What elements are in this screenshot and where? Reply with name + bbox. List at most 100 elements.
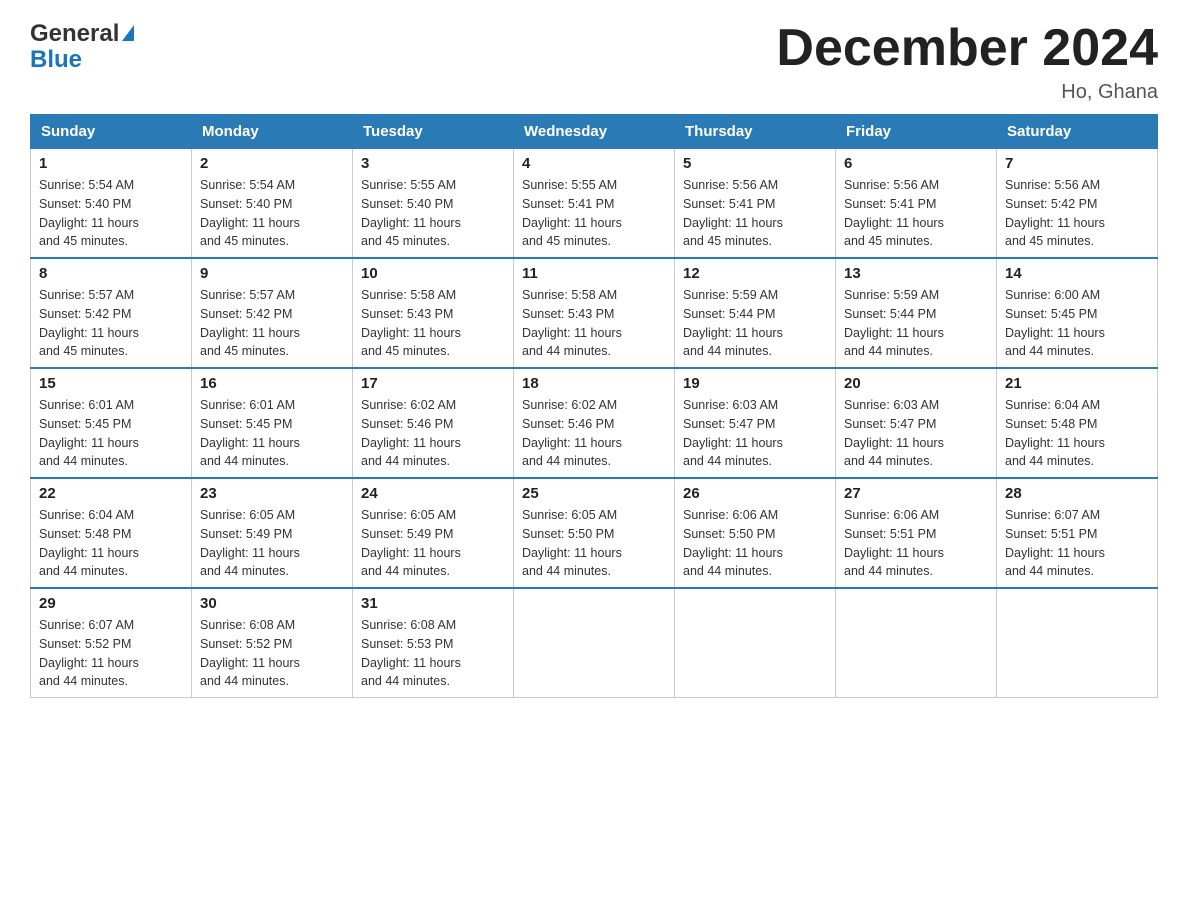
- day-number: 15: [39, 375, 183, 392]
- calendar-day-cell: [675, 588, 836, 698]
- day-number: 31: [361, 595, 505, 612]
- calendar-day-cell: 15 Sunrise: 6:01 AM Sunset: 5:45 PM Dayl…: [31, 368, 192, 478]
- calendar-day-cell: [514, 588, 675, 698]
- day-number: 25: [522, 485, 666, 502]
- title-area: December 2024 Ho, Ghana: [776, 20, 1158, 104]
- day-number: 20: [844, 375, 988, 392]
- month-year-title: December 2024: [776, 20, 1158, 77]
- day-number: 19: [683, 375, 827, 392]
- day-number: 26: [683, 485, 827, 502]
- day-info: Sunrise: 6:07 AM Sunset: 5:51 PM Dayligh…: [1005, 506, 1149, 581]
- calendar-day-cell: 1 Sunrise: 5:54 AM Sunset: 5:40 PM Dayli…: [31, 149, 192, 259]
- day-info: Sunrise: 6:04 AM Sunset: 5:48 PM Dayligh…: [39, 506, 183, 581]
- day-number: 13: [844, 265, 988, 282]
- calendar-week-row: 15 Sunrise: 6:01 AM Sunset: 5:45 PM Dayl…: [31, 368, 1158, 478]
- day-info: Sunrise: 6:08 AM Sunset: 5:52 PM Dayligh…: [200, 616, 344, 691]
- day-info: Sunrise: 6:08 AM Sunset: 5:53 PM Dayligh…: [361, 616, 505, 691]
- calendar-day-cell: [836, 588, 997, 698]
- col-monday: Monday: [192, 115, 353, 149]
- calendar-day-cell: 27 Sunrise: 6:06 AM Sunset: 5:51 PM Dayl…: [836, 478, 997, 588]
- calendar-day-cell: 14 Sunrise: 6:00 AM Sunset: 5:45 PM Dayl…: [997, 258, 1158, 368]
- col-tuesday: Tuesday: [353, 115, 514, 149]
- day-number: 2: [200, 155, 344, 172]
- day-info: Sunrise: 5:56 AM Sunset: 5:42 PM Dayligh…: [1005, 176, 1149, 251]
- calendar-week-row: 8 Sunrise: 5:57 AM Sunset: 5:42 PM Dayli…: [31, 258, 1158, 368]
- calendar-day-cell: 7 Sunrise: 5:56 AM Sunset: 5:42 PM Dayli…: [997, 149, 1158, 259]
- day-info: Sunrise: 5:57 AM Sunset: 5:42 PM Dayligh…: [39, 286, 183, 361]
- day-info: Sunrise: 6:02 AM Sunset: 5:46 PM Dayligh…: [361, 396, 505, 471]
- calendar-day-cell: 3 Sunrise: 5:55 AM Sunset: 5:40 PM Dayli…: [353, 149, 514, 259]
- day-info: Sunrise: 5:57 AM Sunset: 5:42 PM Dayligh…: [200, 286, 344, 361]
- calendar-day-cell: 11 Sunrise: 5:58 AM Sunset: 5:43 PM Dayl…: [514, 258, 675, 368]
- day-number: 29: [39, 595, 183, 612]
- calendar-day-cell: 13 Sunrise: 5:59 AM Sunset: 5:44 PM Dayl…: [836, 258, 997, 368]
- day-info: Sunrise: 5:55 AM Sunset: 5:41 PM Dayligh…: [522, 176, 666, 251]
- day-number: 6: [844, 155, 988, 172]
- calendar-day-cell: 21 Sunrise: 6:04 AM Sunset: 5:48 PM Dayl…: [997, 368, 1158, 478]
- logo: General Blue: [30, 20, 134, 74]
- logo-general-text: General: [30, 20, 119, 48]
- calendar-day-cell: 30 Sunrise: 6:08 AM Sunset: 5:52 PM Dayl…: [192, 588, 353, 698]
- calendar-day-cell: 20 Sunrise: 6:03 AM Sunset: 5:47 PM Dayl…: [836, 368, 997, 478]
- logo-triangle-icon: [122, 25, 134, 41]
- day-info: Sunrise: 6:03 AM Sunset: 5:47 PM Dayligh…: [683, 396, 827, 471]
- col-sunday: Sunday: [31, 115, 192, 149]
- calendar-day-cell: 5 Sunrise: 5:56 AM Sunset: 5:41 PM Dayli…: [675, 149, 836, 259]
- day-info: Sunrise: 6:07 AM Sunset: 5:52 PM Dayligh…: [39, 616, 183, 691]
- calendar-day-cell: 26 Sunrise: 6:06 AM Sunset: 5:50 PM Dayl…: [675, 478, 836, 588]
- day-info: Sunrise: 6:05 AM Sunset: 5:49 PM Dayligh…: [361, 506, 505, 581]
- day-number: 14: [1005, 265, 1149, 282]
- calendar-day-cell: 22 Sunrise: 6:04 AM Sunset: 5:48 PM Dayl…: [31, 478, 192, 588]
- day-number: 5: [683, 155, 827, 172]
- day-info: Sunrise: 6:03 AM Sunset: 5:47 PM Dayligh…: [844, 396, 988, 471]
- calendar-week-row: 1 Sunrise: 5:54 AM Sunset: 5:40 PM Dayli…: [31, 149, 1158, 259]
- day-number: 23: [200, 485, 344, 502]
- day-info: Sunrise: 6:01 AM Sunset: 5:45 PM Dayligh…: [39, 396, 183, 471]
- day-number: 1: [39, 155, 183, 172]
- day-number: 11: [522, 265, 666, 282]
- calendar-day-cell: 6 Sunrise: 5:56 AM Sunset: 5:41 PM Dayli…: [836, 149, 997, 259]
- calendar-day-cell: 10 Sunrise: 5:58 AM Sunset: 5:43 PM Dayl…: [353, 258, 514, 368]
- day-info: Sunrise: 6:06 AM Sunset: 5:51 PM Dayligh…: [844, 506, 988, 581]
- day-info: Sunrise: 6:05 AM Sunset: 5:50 PM Dayligh…: [522, 506, 666, 581]
- calendar-day-cell: 8 Sunrise: 5:57 AM Sunset: 5:42 PM Dayli…: [31, 258, 192, 368]
- col-friday: Friday: [836, 115, 997, 149]
- day-info: Sunrise: 5:58 AM Sunset: 5:43 PM Dayligh…: [522, 286, 666, 361]
- calendar-day-cell: 17 Sunrise: 6:02 AM Sunset: 5:46 PM Dayl…: [353, 368, 514, 478]
- day-number: 17: [361, 375, 505, 392]
- calendar-day-cell: 12 Sunrise: 5:59 AM Sunset: 5:44 PM Dayl…: [675, 258, 836, 368]
- location-label: Ho, Ghana: [776, 81, 1158, 104]
- day-info: Sunrise: 5:58 AM Sunset: 5:43 PM Dayligh…: [361, 286, 505, 361]
- day-info: Sunrise: 5:54 AM Sunset: 5:40 PM Dayligh…: [200, 176, 344, 251]
- calendar-day-cell: 28 Sunrise: 6:07 AM Sunset: 5:51 PM Dayl…: [997, 478, 1158, 588]
- day-info: Sunrise: 5:56 AM Sunset: 5:41 PM Dayligh…: [844, 176, 988, 251]
- day-info: Sunrise: 5:59 AM Sunset: 5:44 PM Dayligh…: [683, 286, 827, 361]
- day-info: Sunrise: 6:01 AM Sunset: 5:45 PM Dayligh…: [200, 396, 344, 471]
- calendar-day-cell: [997, 588, 1158, 698]
- calendar-day-cell: 4 Sunrise: 5:55 AM Sunset: 5:41 PM Dayli…: [514, 149, 675, 259]
- calendar-day-cell: 18 Sunrise: 6:02 AM Sunset: 5:46 PM Dayl…: [514, 368, 675, 478]
- day-number: 22: [39, 485, 183, 502]
- day-number: 4: [522, 155, 666, 172]
- day-number: 24: [361, 485, 505, 502]
- calendar-day-cell: 23 Sunrise: 6:05 AM Sunset: 5:49 PM Dayl…: [192, 478, 353, 588]
- day-info: Sunrise: 6:06 AM Sunset: 5:50 PM Dayligh…: [683, 506, 827, 581]
- day-number: 10: [361, 265, 505, 282]
- calendar-week-row: 29 Sunrise: 6:07 AM Sunset: 5:52 PM Dayl…: [31, 588, 1158, 698]
- day-info: Sunrise: 6:00 AM Sunset: 5:45 PM Dayligh…: [1005, 286, 1149, 361]
- calendar-day-cell: 2 Sunrise: 5:54 AM Sunset: 5:40 PM Dayli…: [192, 149, 353, 259]
- page-header: General Blue December 2024 Ho, Ghana: [30, 20, 1158, 104]
- day-info: Sunrise: 5:54 AM Sunset: 5:40 PM Dayligh…: [39, 176, 183, 251]
- day-number: 12: [683, 265, 827, 282]
- day-number: 8: [39, 265, 183, 282]
- day-number: 27: [844, 485, 988, 502]
- calendar-header-row: Sunday Monday Tuesday Wednesday Thursday…: [31, 115, 1158, 149]
- day-number: 28: [1005, 485, 1149, 502]
- col-wednesday: Wednesday: [514, 115, 675, 149]
- logo-blue-text: Blue: [30, 46, 82, 74]
- calendar-day-cell: 29 Sunrise: 6:07 AM Sunset: 5:52 PM Dayl…: [31, 588, 192, 698]
- calendar-day-cell: 9 Sunrise: 5:57 AM Sunset: 5:42 PM Dayli…: [192, 258, 353, 368]
- day-number: 3: [361, 155, 505, 172]
- calendar-week-row: 22 Sunrise: 6:04 AM Sunset: 5:48 PM Dayl…: [31, 478, 1158, 588]
- calendar-day-cell: 25 Sunrise: 6:05 AM Sunset: 5:50 PM Dayl…: [514, 478, 675, 588]
